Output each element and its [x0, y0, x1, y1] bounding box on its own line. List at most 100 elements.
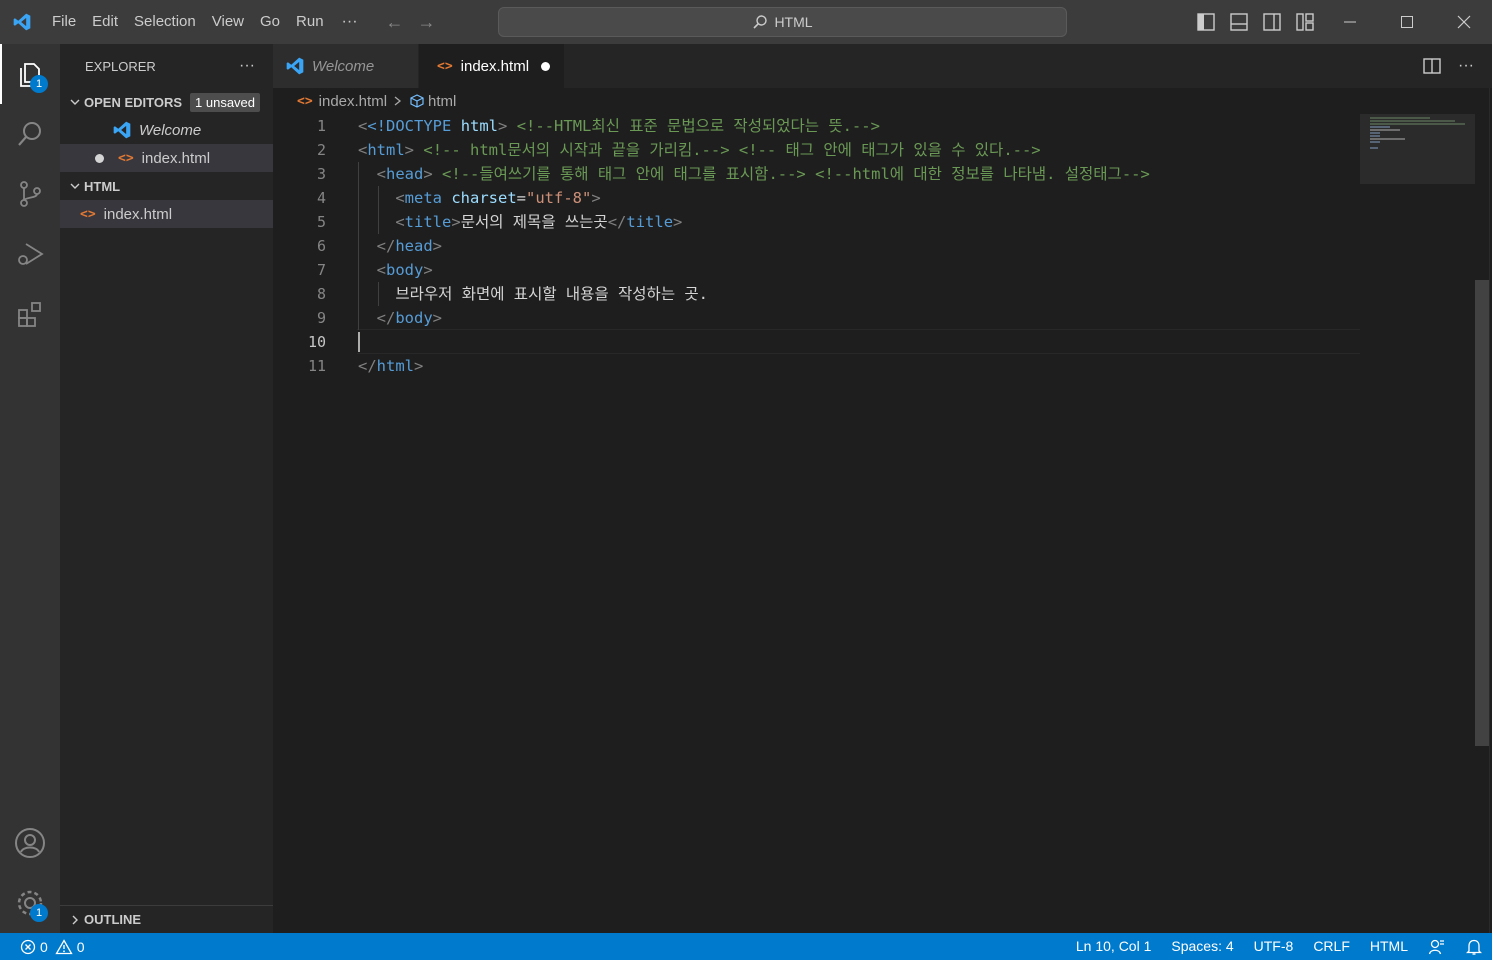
token-comment: <!-- 태그 안에 태그가 있을 수 있다.-->	[738, 141, 1041, 159]
token-tag: head	[395, 237, 433, 255]
warning-count: 0	[76, 938, 85, 955]
symbol-cube-icon	[410, 94, 424, 108]
open-editor-label: index.html	[141, 149, 211, 167]
breadcrumb-file[interactable]: index.html	[319, 93, 387, 110]
activity-extensions[interactable]	[0, 284, 60, 344]
activity-run-debug[interactable]	[0, 224, 60, 284]
toggle-secondary-sidebar-icon[interactable]	[1260, 10, 1284, 34]
outline-header[interactable]: OUTLINE	[60, 905, 273, 933]
outline-label: OUTLINE	[84, 912, 142, 927]
open-editor-welcome[interactable]: Welcome	[60, 116, 273, 144]
unsaved-dot-icon[interactable]	[95, 153, 104, 163]
line-number: 2	[316, 141, 326, 159]
token-comment: <!--들여쓰기를 통해 태그 안에 태그를 표시함.-->	[442, 165, 806, 183]
status-bar: 0 0 Ln 10, Col 1 Spaces: 4 UTF-8 CRLF HT…	[0, 933, 1492, 960]
command-center-search[interactable]: HTML	[498, 7, 1067, 37]
activity-search[interactable]	[0, 104, 60, 164]
code-line-2: <html> <!-- html문서의 시작과 끝을 가리킴.--> <!-- …	[358, 141, 1041, 159]
activity-bar: 1 1	[0, 44, 60, 933]
vscode-logo-icon	[0, 0, 44, 44]
code-line-1: <<!DOCTYPE html> <!--HTML최신 표준 문법으로 작성되었…	[358, 117, 880, 135]
html-file-icon: <>	[437, 58, 453, 74]
token-tag: head	[386, 165, 424, 183]
toggle-panel-icon[interactable]	[1227, 10, 1251, 34]
text-cursor	[358, 332, 360, 352]
problems-indicator[interactable]: 0 0	[0, 939, 85, 955]
activity-accounts[interactable]	[0, 813, 60, 873]
breadcrumb: <> index.html html	[273, 88, 1492, 114]
maximize-button[interactable]	[1378, 0, 1435, 44]
token-string: "utf-8"	[526, 189, 592, 207]
vscode-logo-icon	[113, 121, 131, 139]
indentation[interactable]: Spaces: 4	[1161, 933, 1243, 960]
menu-run[interactable]: Run	[288, 0, 332, 44]
line-number: 1	[316, 117, 326, 135]
code-line-9: </body>	[376, 309, 443, 327]
back-arrow-icon[interactable]: ←	[386, 12, 404, 33]
tab-welcome[interactable]: Welcome	[273, 44, 419, 88]
title-bar: File Edit Selection View Go Run ··· ← → …	[0, 0, 1492, 44]
line-number-gutter: 1 2 3 4 5 6 7 8 9 10 11	[273, 114, 333, 378]
unsaved-dot-icon[interactable]	[541, 61, 551, 71]
account-icon	[15, 828, 45, 858]
activity-explorer[interactable]: 1	[0, 44, 60, 104]
folder-html-header[interactable]: HTML	[60, 172, 273, 200]
open-editor-index-html[interactable]: <> index.html	[60, 144, 273, 172]
activity-source-control[interactable]	[0, 164, 60, 224]
bell-icon[interactable]	[1456, 933, 1492, 960]
folder-label: HTML	[84, 178, 121, 194]
vscode-logo-icon	[286, 57, 304, 75]
menu-edit[interactable]: Edit	[84, 0, 126, 44]
explorer-more-button[interactable]: ···	[239, 57, 255, 75]
encoding[interactable]: UTF-8	[1244, 933, 1304, 960]
code-line-8: 브라우저 화면에 표시할 내용을 작성하는 곳.	[358, 282, 1360, 306]
line-number: 8	[316, 285, 326, 303]
toggle-primary-sidebar-icon[interactable]	[1194, 10, 1218, 34]
feedback-icon[interactable]	[1418, 933, 1456, 960]
line-number: 3	[316, 165, 326, 183]
code-editor[interactable]: 1 2 3 4 5 6 7 8 9 10 11 <<!DOCTYPE html>…	[273, 114, 1360, 933]
chevron-right-icon	[394, 96, 402, 106]
line-number-current: 10	[307, 333, 326, 351]
line-number: 11	[307, 357, 326, 375]
close-icon	[1457, 15, 1470, 29]
editor-more-icon[interactable]: ···	[1458, 56, 1474, 76]
html-file-icon: <>	[297, 93, 313, 109]
split-editor-icon[interactable]	[1422, 56, 1442, 76]
menu-file[interactable]: File	[44, 0, 84, 44]
minimap[interactable]	[1360, 114, 1475, 184]
tab-index-html[interactable]: <> index.html	[419, 44, 565, 88]
vertical-scrollbar[interactable]	[1475, 280, 1489, 746]
activity-manage[interactable]: 1	[0, 873, 60, 933]
breadcrumb-symbol[interactable]: html	[428, 93, 456, 110]
menu-selection[interactable]: Selection	[126, 0, 204, 44]
search-icon	[753, 15, 768, 29]
warning-icon	[55, 938, 73, 954]
token-comment: <!--HTML최신 표준 문법으로 작성되었다는 뜻.-->	[516, 117, 880, 135]
token-doctype: <!DOCTYPE	[367, 117, 452, 135]
explorer-title: EXPLORER	[85, 58, 156, 74]
line-number: 5	[316, 213, 326, 231]
language-mode[interactable]: HTML	[1360, 933, 1418, 960]
code-line-7: <body>	[376, 261, 433, 279]
open-editors-header[interactable]: OPEN EDITORS 1 unsaved	[60, 88, 273, 116]
file-index-html[interactable]: <> index.html	[60, 200, 273, 228]
file-label: index.html	[103, 205, 173, 223]
close-button[interactable]	[1435, 0, 1492, 44]
source-control-icon	[20, 181, 41, 207]
html-file-icon: <>	[118, 150, 134, 166]
line-ending[interactable]: CRLF	[1303, 933, 1360, 960]
token-attribute: charset	[451, 189, 517, 207]
customize-layout-icon[interactable]	[1293, 10, 1317, 34]
minimize-button[interactable]	[1321, 0, 1378, 44]
maximize-icon	[1400, 16, 1413, 28]
run-debug-icon	[18, 243, 44, 265]
forward-arrow-icon[interactable]: →	[418, 12, 436, 33]
open-editor-label: Welcome	[139, 121, 202, 139]
menu-view[interactable]: View	[204, 0, 252, 44]
menu-more-button[interactable]: ···	[332, 13, 368, 31]
line-number: 4	[316, 189, 326, 207]
cursor-position[interactable]: Ln 10, Col 1	[1066, 933, 1162, 960]
token-comment: <!-- html문서의 시작과 끝을 가리킴.-->	[423, 141, 730, 159]
menu-go[interactable]: Go	[252, 0, 288, 44]
